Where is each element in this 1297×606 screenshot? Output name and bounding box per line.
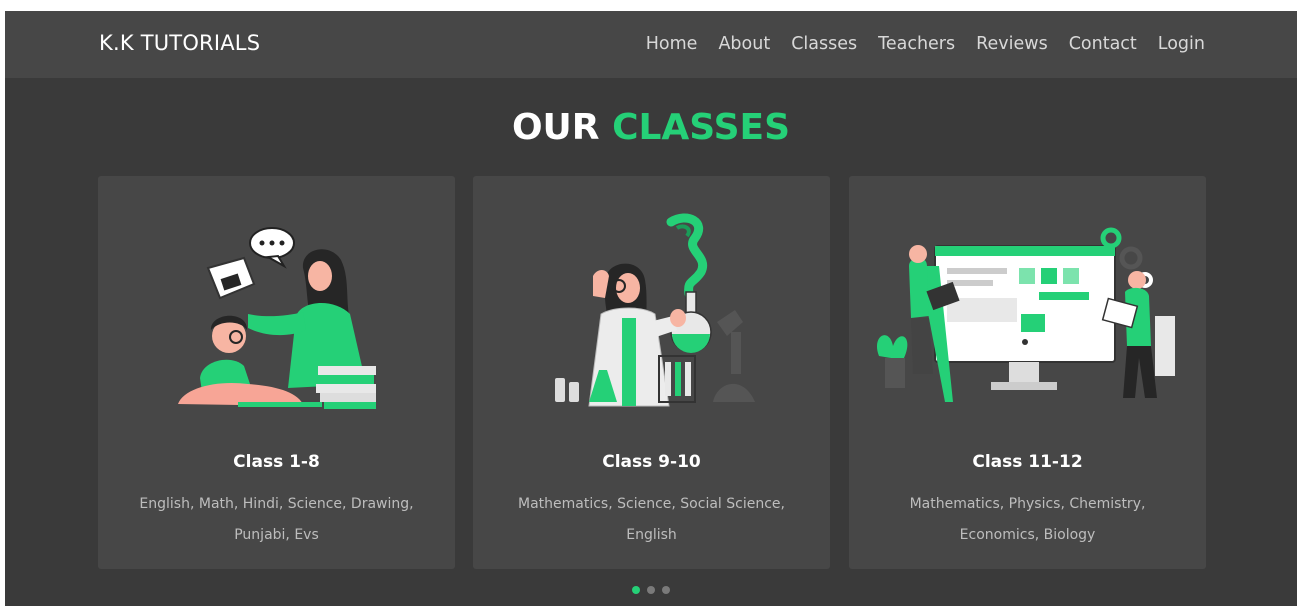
section-title-green: CLASSES	[612, 107, 791, 148]
card-title: Class 1-8	[233, 452, 320, 472]
nav-classes[interactable]: Classes	[791, 34, 857, 54]
card-description: Mathematics, Physics, Chemistry, Economi…	[909, 496, 1146, 543]
carousel-dot-3[interactable]	[662, 586, 670, 594]
carousel-dot-2[interactable]	[647, 586, 655, 594]
nav-login[interactable]: Login	[1158, 34, 1205, 54]
section-title: OUR CLASSES	[5, 107, 1297, 148]
nav-contact[interactable]: Contact	[1069, 34, 1137, 54]
class-cards: Class 1-8 English, Math, Hindi, Science,…	[98, 176, 1206, 569]
nav-home[interactable]: Home	[646, 34, 698, 54]
card-title: Class 9-10	[602, 452, 701, 472]
class-card[interactable]: Class 1-8 English, Math, Hindi, Science,…	[98, 176, 455, 569]
lab-scientist-illustration	[555, 213, 755, 407]
card-description: English, Math, Hindi, Science, Drawing, …	[139, 496, 414, 543]
section-title-white: OUR	[511, 107, 600, 148]
navbar: K.K TUTORIALS Home About Classes Teacher…	[5, 11, 1297, 78]
nav-teachers[interactable]: Teachers	[878, 34, 955, 54]
nav-reviews[interactable]: Reviews	[976, 34, 1048, 54]
web-development-illustration	[876, 227, 1175, 402]
class-card[interactable]: Class 9-10 Mathematics, Science, Social …	[473, 176, 830, 569]
kids-study-illustration	[178, 227, 376, 409]
carousel-dot-1[interactable]	[632, 586, 640, 594]
card-title: Class 11-12	[972, 452, 1083, 472]
nav-about[interactable]: About	[718, 34, 770, 54]
brand-logo[interactable]: K.K TUTORIALS	[99, 31, 260, 55]
class-card[interactable]: Class 11-12 Mathematics, Physics, Chemis…	[849, 176, 1206, 569]
nav-links: Home About Classes Teachers Reviews Cont…	[625, 34, 1205, 54]
carousel-dots	[632, 586, 670, 594]
page: K.K TUTORIALS Home About Classes Teacher…	[5, 11, 1297, 606]
card-description: Mathematics, Science, Social Science, En…	[518, 496, 785, 543]
